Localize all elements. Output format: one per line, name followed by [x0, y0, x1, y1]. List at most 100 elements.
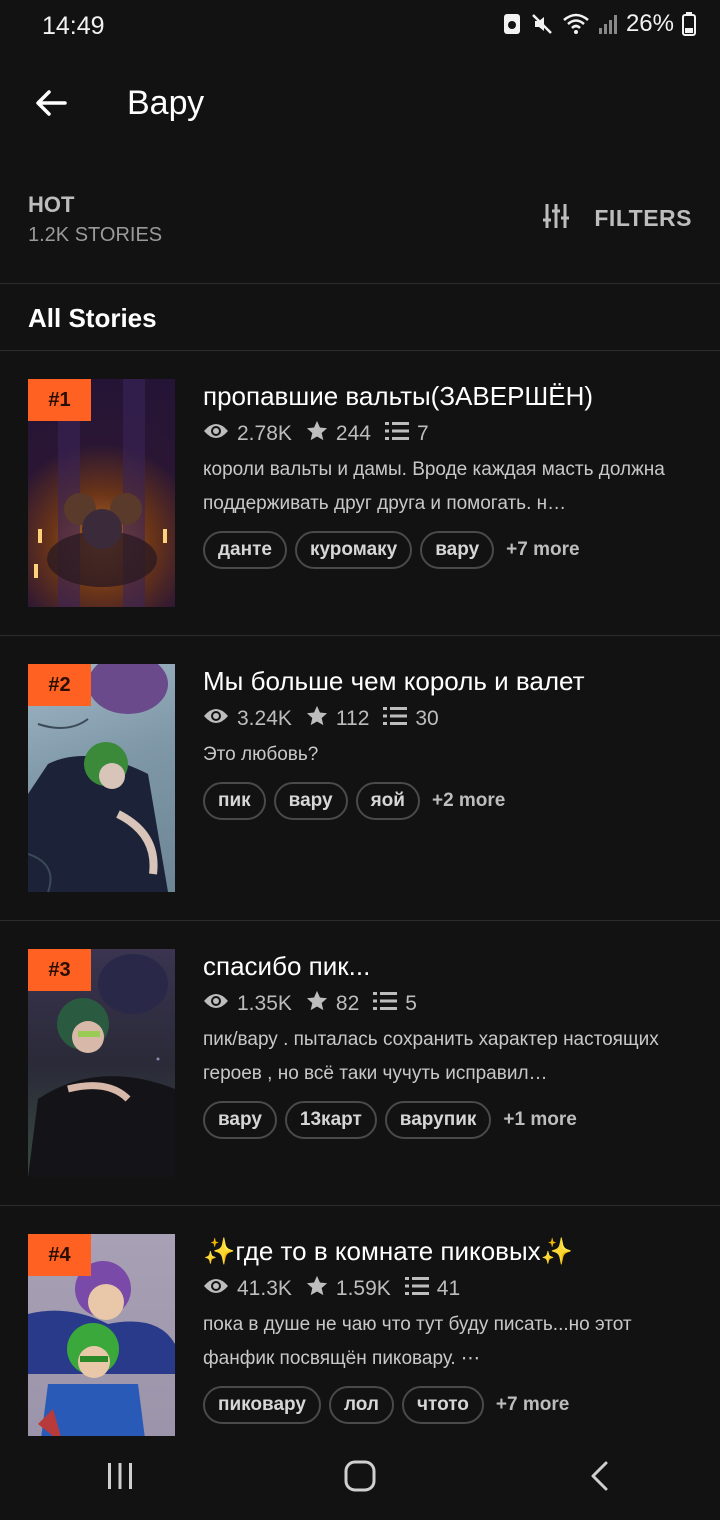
- status-bar: 14:49 26%: [0, 0, 720, 56]
- tag-list: пиковару лол чтото +7 more: [203, 1386, 698, 1424]
- arrow-left-icon: [35, 89, 67, 122]
- tag-chip[interactable]: варупик: [384, 1101, 492, 1139]
- story-cover-image[interactable]: #4: [28, 1234, 175, 1462]
- more-tags[interactable]: +7 more: [506, 539, 579, 561]
- story-card[interactable]: #2 Мы больше чем король и валет 3.24K 11…: [0, 636, 720, 921]
- reads-stat: 1.35K: [203, 992, 292, 1016]
- recycle-icon: [502, 12, 522, 36]
- votes-count: 1.59K: [335, 1277, 391, 1300]
- sort-label[interactable]: HOT: [28, 192, 74, 218]
- rank-badge: #4: [28, 1234, 91, 1276]
- status-time: 14:49: [42, 12, 105, 40]
- story-cover-image[interactable]: #1: [28, 379, 175, 607]
- sort-row: HOT 1.2K STORIES FILTERS: [0, 180, 720, 284]
- tag-chip[interactable]: вару: [273, 782, 348, 820]
- filters-button[interactable]: FILTERS: [542, 202, 692, 235]
- story-description: Это любовь?: [203, 744, 319, 765]
- mute-icon: [530, 12, 554, 36]
- story-title[interactable]: ✨где то в комнате пиковых✨: [203, 1232, 698, 1270]
- more-tags[interactable]: +7 more: [496, 1394, 569, 1416]
- parts-stat: 41: [404, 1276, 460, 1302]
- story-info: ✨где то в комнате пиковых✨ 41.3K 1.59K 4…: [203, 1232, 698, 1424]
- system-nav-bar: [0, 1436, 720, 1520]
- votes-stat: 1.59K: [306, 1275, 391, 1303]
- battery-percent: 26%: [625, 10, 674, 37]
- more-tags[interactable]: +1 more: [503, 1109, 576, 1131]
- parts-stat: 7: [384, 421, 429, 447]
- app-bar: Вару: [0, 60, 720, 150]
- sliders-icon: [542, 202, 570, 235]
- list-icon: [383, 706, 408, 732]
- section-title: All Stories: [28, 303, 157, 333]
- parts-stat: 30: [383, 706, 439, 732]
- status-icons: 26%: [502, 10, 696, 38]
- chevron-left-icon: [588, 1460, 612, 1497]
- story-title[interactable]: Мы больше чем король и валет: [203, 662, 698, 700]
- list-icon: [373, 991, 398, 1017]
- section-header: All Stories: [0, 285, 720, 351]
- signal-icon: [598, 12, 618, 36]
- recent-apps-button[interactable]: [80, 1448, 160, 1508]
- reads-stat: 3.24K: [203, 707, 292, 731]
- page-title: Вару: [127, 84, 205, 122]
- votes-count: 82: [335, 992, 360, 1015]
- story-description: пока в душе не чаю что тут буду писать..…: [203, 1314, 632, 1369]
- rank-badge: #3: [28, 949, 91, 991]
- tag-chip[interactable]: чтото: [401, 1386, 484, 1424]
- reads-count: 2.78K: [237, 422, 292, 445]
- home-icon: [343, 1459, 377, 1498]
- list-icon: [384, 421, 409, 447]
- eye-icon: [203, 1277, 229, 1301]
- battery-icon: [682, 12, 696, 36]
- story-description: пик/вару . пыталась сохранить характер н…: [203, 1029, 659, 1084]
- tag-chip[interactable]: данте: [203, 531, 287, 569]
- story-stats: 1.35K 82 5: [203, 987, 698, 1021]
- more-tags[interactable]: +2 more: [432, 790, 505, 812]
- reads-count: 3.24K: [237, 707, 292, 730]
- eye-icon: [203, 707, 229, 731]
- tag-chip[interactable]: 13карт: [284, 1101, 377, 1139]
- eye-icon: [203, 422, 229, 446]
- story-title[interactable]: пропавшие вальты(ЗАВЕРШЁН): [203, 377, 698, 415]
- story-info: спасибо пик... 1.35K 82 5 пик/вару . пыт…: [203, 947, 698, 1139]
- tag-chip[interactable]: лол: [328, 1386, 394, 1424]
- tag-list: данте куромаку вару +7 more: [203, 531, 698, 569]
- recent-apps-icon: [105, 1461, 135, 1496]
- story-title[interactable]: спасибо пик...: [203, 947, 698, 985]
- votes-stat: 112: [306, 705, 369, 733]
- tag-chip[interactable]: куромаку: [294, 531, 413, 569]
- home-button[interactable]: [320, 1448, 400, 1508]
- votes-stat: 244: [306, 420, 371, 448]
- story-card[interactable]: #3 спасибо пик... 1.35K 82 5 пик/вару . …: [0, 921, 720, 1206]
- story-count: 1.2K STORIES: [28, 224, 163, 246]
- story-card[interactable]: #1 пропавшие вальты(ЗАВЕРШЁН) 2.78K 244: [0, 351, 720, 636]
- star-icon: [306, 1275, 328, 1303]
- story-stats: 3.24K 112 30: [203, 702, 698, 736]
- back-button[interactable]: [26, 80, 76, 130]
- tag-chip[interactable]: яой: [355, 782, 420, 820]
- reads-stat: 2.78K: [203, 422, 292, 446]
- tag-list: пик вару яой +2 more: [203, 782, 698, 820]
- tag-chip[interactable]: вару: [203, 1101, 277, 1139]
- reads-stat: 41.3K: [203, 1277, 292, 1301]
- rank-badge: #1: [28, 379, 91, 421]
- star-icon: [306, 990, 328, 1018]
- rank-badge: #2: [28, 664, 91, 706]
- votes-count: 244: [335, 422, 371, 445]
- parts-count: 7: [416, 422, 429, 445]
- story-stats: 2.78K 244 7: [203, 417, 698, 451]
- star-icon: [306, 705, 328, 733]
- system-back-button[interactable]: [560, 1448, 640, 1508]
- tag-chip[interactable]: пик: [203, 782, 266, 820]
- tag-chip[interactable]: вару: [420, 531, 495, 569]
- list-icon: [404, 1276, 429, 1302]
- story-info: Мы больше чем король и валет 3.24K 112 3…: [203, 662, 698, 820]
- votes-count: 112: [335, 707, 370, 730]
- story-cover-image[interactable]: #2: [28, 664, 175, 892]
- wifi-icon: [562, 12, 590, 36]
- votes-stat: 82: [306, 990, 359, 1018]
- story-cover-image[interactable]: #3: [28, 949, 175, 1177]
- reads-count: 41.3K: [237, 1277, 292, 1300]
- eye-icon: [203, 992, 229, 1016]
- tag-chip[interactable]: пиковару: [203, 1386, 321, 1424]
